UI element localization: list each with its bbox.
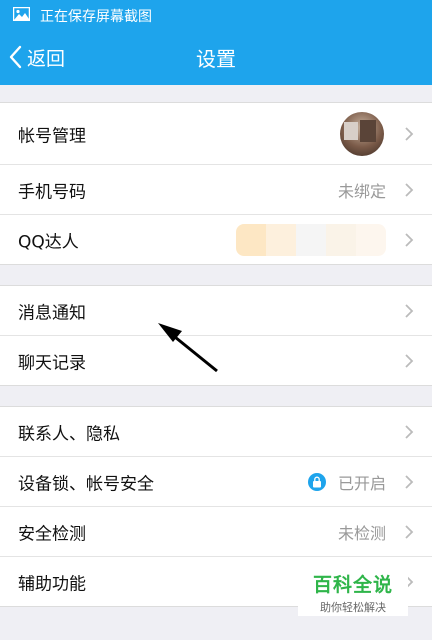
row-label: QQ达人 xyxy=(18,232,79,252)
chevron-right-icon xyxy=(405,424,414,439)
settings-row-account-management[interactable]: 帐号管理 xyxy=(0,103,432,165)
row-label: 安全检测 xyxy=(18,524,86,544)
settings-row-phone[interactable]: 手机号码 未绑定 xyxy=(0,165,432,215)
settings-group-messages: 消息通知 聊天记录 xyxy=(0,285,432,386)
settings-row-security-check[interactable]: 安全检测 未检测 xyxy=(0,507,432,557)
chevron-right-icon xyxy=(405,474,414,489)
settings-row-device-lock[interactable]: 设备锁、帐号安全 已开启 xyxy=(0,457,432,507)
row-label: 帐号管理 xyxy=(18,126,86,146)
settings-row-chat-history[interactable]: 聊天记录 xyxy=(0,336,432,385)
lock-icon xyxy=(308,472,326,491)
settings-row-notifications[interactable]: 消息通知 xyxy=(0,286,432,336)
row-value: 已开启 xyxy=(337,473,386,493)
chevron-right-icon xyxy=(405,524,414,539)
chevron-right-icon xyxy=(405,303,414,318)
row-value: 未绑定 xyxy=(337,181,386,201)
nav-bar: 返回 设置 xyxy=(0,30,432,85)
row-label: 手机号码 xyxy=(18,182,86,202)
row-label: 联系人、隐私 xyxy=(18,424,120,444)
row-label: 辅助功能 xyxy=(18,574,86,594)
status-text: 正在保存屏幕截图 xyxy=(40,9,152,25)
chevron-right-icon xyxy=(405,182,414,197)
chevron-right-icon xyxy=(405,232,414,247)
settings-row-contacts-privacy[interactable]: 联系人、隐私 xyxy=(0,407,432,457)
row-label: 聊天记录 xyxy=(18,353,86,373)
image-icon xyxy=(13,7,30,21)
page-title: 设置 xyxy=(196,47,236,71)
settings-row-qq-talent[interactable]: QQ达人 xyxy=(0,215,432,264)
chevron-right-icon xyxy=(405,126,414,141)
settings-group-account: 帐号管理 手机号码 未绑定 QQ达人 xyxy=(0,102,432,265)
chevron-right-icon xyxy=(405,353,414,368)
row-label: 消息通知 xyxy=(18,303,86,323)
watermark: 百科全说 助你轻松解决 xyxy=(298,566,408,616)
watermark-subtitle: 助你轻松解决 xyxy=(320,601,386,614)
row-label: 设备锁、帐号安全 xyxy=(18,474,154,494)
watermark-title: 百科全说 xyxy=(312,574,393,596)
status-bar: 正在保存屏幕截图 xyxy=(0,0,432,30)
row-value: 未检测 xyxy=(337,523,386,543)
avatar xyxy=(340,111,384,156)
talent-badge xyxy=(236,223,386,256)
